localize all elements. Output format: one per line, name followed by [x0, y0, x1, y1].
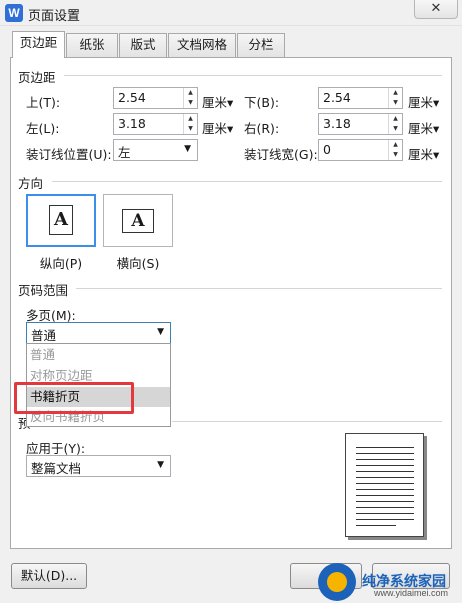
multiple-pages-value: 普通: [31, 328, 57, 343]
landscape-page-icon: A: [122, 209, 154, 233]
top-margin-label: 上(T):: [26, 95, 61, 110]
gutter-width-spinner[interactable]: 0 ▲ ▼: [318, 139, 403, 161]
portrait-button[interactable]: A: [26, 194, 96, 247]
option-normal[interactable]: 普通: [27, 345, 170, 365]
landscape-button[interactable]: A: [103, 194, 173, 247]
right-margin-unit[interactable]: 厘米▾: [408, 118, 439, 137]
dialog-title: 页面设置: [28, 9, 81, 24]
preview-divider: [172, 421, 442, 422]
chevron-down-icon: ▼: [157, 327, 164, 337]
close-button[interactable]: ✕: [414, 0, 458, 19]
portrait-page-icon: A: [49, 205, 73, 235]
spinner-arrows-icon[interactable]: ▲ ▼: [183, 88, 197, 108]
left-margin-spinner[interactable]: 3.18 ▲ ▼: [113, 113, 198, 135]
left-margin-label: 左(L):: [26, 121, 60, 136]
tab-layout[interactable]: 版式: [119, 33, 167, 57]
left-margin-unit[interactable]: 厘米▾: [202, 118, 233, 137]
left-margin-value: 3.18: [118, 116, 146, 131]
orientation-divider: [52, 181, 442, 182]
portrait-label: 纵向(P): [39, 256, 83, 271]
tab-paper[interactable]: 纸张: [66, 33, 118, 57]
bottom-margin-label: 下(B):: [244, 95, 280, 110]
apply-to-select[interactable]: 整篇文档 ▼: [26, 455, 171, 477]
right-margin-spinner[interactable]: 3.18 ▲ ▼: [318, 113, 403, 135]
top-margin-unit[interactable]: 厘米▾: [202, 92, 233, 111]
landscape-label: 横向(S): [116, 256, 160, 271]
tab-margins[interactable]: 页边距: [12, 31, 65, 58]
right-margin-value: 3.18: [323, 116, 351, 131]
default-button[interactable]: 默认(D)...: [11, 563, 87, 589]
gutter-width-label: 装订线宽(G):: [244, 147, 318, 162]
page-preview: [345, 433, 424, 537]
tab-document-grid[interactable]: 文档网格: [168, 33, 236, 57]
margins-divider: [64, 75, 442, 76]
wps-app-icon: W: [5, 4, 23, 22]
tab-columns[interactable]: 分栏: [237, 33, 285, 57]
spinner-arrows-icon[interactable]: ▲ ▼: [388, 114, 402, 134]
margins-group-title: 页边距: [18, 70, 56, 85]
gutter-width-unit[interactable]: 厘米▾: [408, 144, 439, 163]
right-margin-label: 右(R):: [244, 121, 280, 136]
spinner-arrows-icon[interactable]: ▲ ▼: [388, 140, 402, 160]
top-margin-spinner[interactable]: 2.54 ▲ ▼: [113, 87, 198, 109]
spinner-arrows-icon[interactable]: ▲ ▼: [388, 88, 402, 108]
gutter-position-label: 装订线位置(U):: [26, 147, 112, 162]
chevron-down-icon: ▼: [184, 144, 191, 154]
spinner-arrows-icon[interactable]: ▲ ▼: [183, 114, 197, 134]
page-range-divider: [76, 288, 442, 289]
multiple-pages-select[interactable]: 普通 ▼: [26, 322, 171, 344]
watermark-logo-icon: [318, 563, 356, 601]
highlight-annotation-box: [14, 382, 134, 414]
chevron-down-icon: ▼: [157, 460, 164, 470]
gutter-position-value: 左: [118, 145, 131, 160]
bottom-margin-value: 2.54: [323, 90, 351, 105]
gutter-position-select[interactable]: 左 ▼: [113, 139, 198, 161]
orientation-group-title: 方向: [18, 176, 44, 191]
bottom-margin-unit[interactable]: 厘米▾: [408, 92, 439, 111]
gutter-width-value: 0: [323, 142, 331, 157]
page-range-group-title: 页码范围: [18, 283, 69, 298]
top-margin-value: 2.54: [118, 90, 146, 105]
apply-to-value: 整篇文档: [31, 461, 82, 476]
bottom-margin-spinner[interactable]: 2.54 ▲ ▼: [318, 87, 403, 109]
watermark-url: www.yidaimei.com: [374, 588, 449, 598]
